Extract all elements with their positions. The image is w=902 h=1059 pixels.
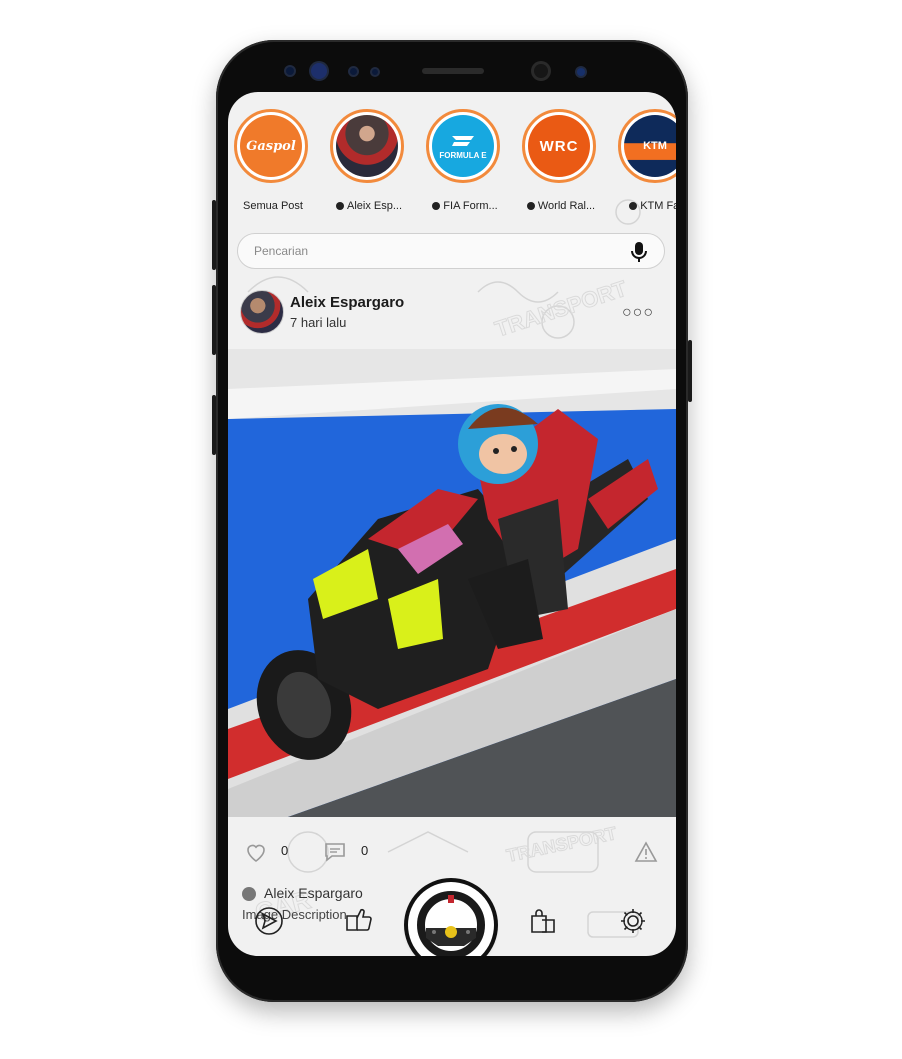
phone-frame: TRANSPORT CAR TRANSPORT Gaspol Semua Pos… [212,40,692,1002]
story-label: World Ral... [518,200,604,212]
report-warning-icon[interactable] [634,840,658,864]
wrc-logo: WRC [528,115,590,177]
verified-icon [335,202,344,210]
sensor-icon [577,68,585,76]
post-header: Aleix Espargaro 7 hari lalu ○○○ [240,290,670,336]
gaspol-logo: Gaspol [240,115,302,177]
sensor-icon [350,68,357,75]
story-label: KTM Fac [614,200,676,212]
front-camera-icon [534,64,548,78]
post-author[interactable]: Aleix Espargaro [290,294,404,311]
send-icon[interactable] [254,906,284,936]
story-avatar [330,109,404,183]
microphone-icon[interactable] [630,241,648,263]
verified-icon [526,202,535,210]
story-semua-post[interactable]: Gaspol Semua Post [230,107,316,219]
power-button [688,340,692,402]
comment-icon[interactable] [323,840,347,864]
post-time: 7 hari lalu [290,315,347,330]
verified-icon [432,202,441,210]
shopping-bags-icon[interactable] [528,906,558,936]
story-avatar: FORMULA E [426,109,500,183]
story-avatar: Gaspol [234,109,308,183]
formula-e-mark-icon [452,135,474,146]
formula-e-logo: FORMULA E [432,115,494,177]
post-actions: 0 0 [228,832,676,872]
stories-row: Gaspol Semua Post Aleix Esp... FORMULA E… [228,107,676,219]
comment-count: 0 [361,843,369,858]
app-screen: TRANSPORT CAR TRANSPORT Gaspol Semua Pos… [228,92,676,956]
aleix-photo [336,115,398,177]
heart-icon[interactable] [244,840,268,864]
story-avatar: KTM [618,109,676,183]
redbull-ktm-logo: KTM [624,115,676,177]
post-image[interactable] [228,349,676,817]
settings-gear-icon[interactable] [618,906,648,936]
sensor-icon [286,67,294,75]
thumbs-up-chat-icon[interactable] [344,906,374,936]
story-world-rally[interactable]: WRC World Ral... [518,107,604,219]
story-ktm-factory[interactable]: KTM KTM Fac [614,107,676,219]
bottom-tab-bar [228,882,676,956]
search-bar[interactable]: Pencarian [237,233,665,269]
search-input[interactable]: Pencarian [254,244,308,258]
bixby-button [212,285,216,355]
story-fia-formula-e[interactable]: FORMULA E FIA Form... [422,107,508,219]
verified-icon [629,202,638,210]
more-options-icon[interactable]: ○○○ [622,304,654,322]
volume-button [212,200,216,270]
story-label: Aleix Esp... [326,200,412,212]
earpiece-speaker [422,68,484,74]
story-avatar: WRC [522,109,596,183]
story-aleix[interactable]: Aleix Esp... [326,107,412,219]
story-label: FIA Form... [422,200,508,212]
sensor-icon [372,69,378,75]
avatar[interactable] [240,290,284,334]
steering-wheel-button[interactable] [408,882,494,956]
steering-wheel-icon [417,891,485,956]
like-count: 0 [281,843,289,858]
story-label: Semua Post [243,200,303,212]
iris-scanner-icon [311,63,327,79]
side-button-left [212,395,216,455]
